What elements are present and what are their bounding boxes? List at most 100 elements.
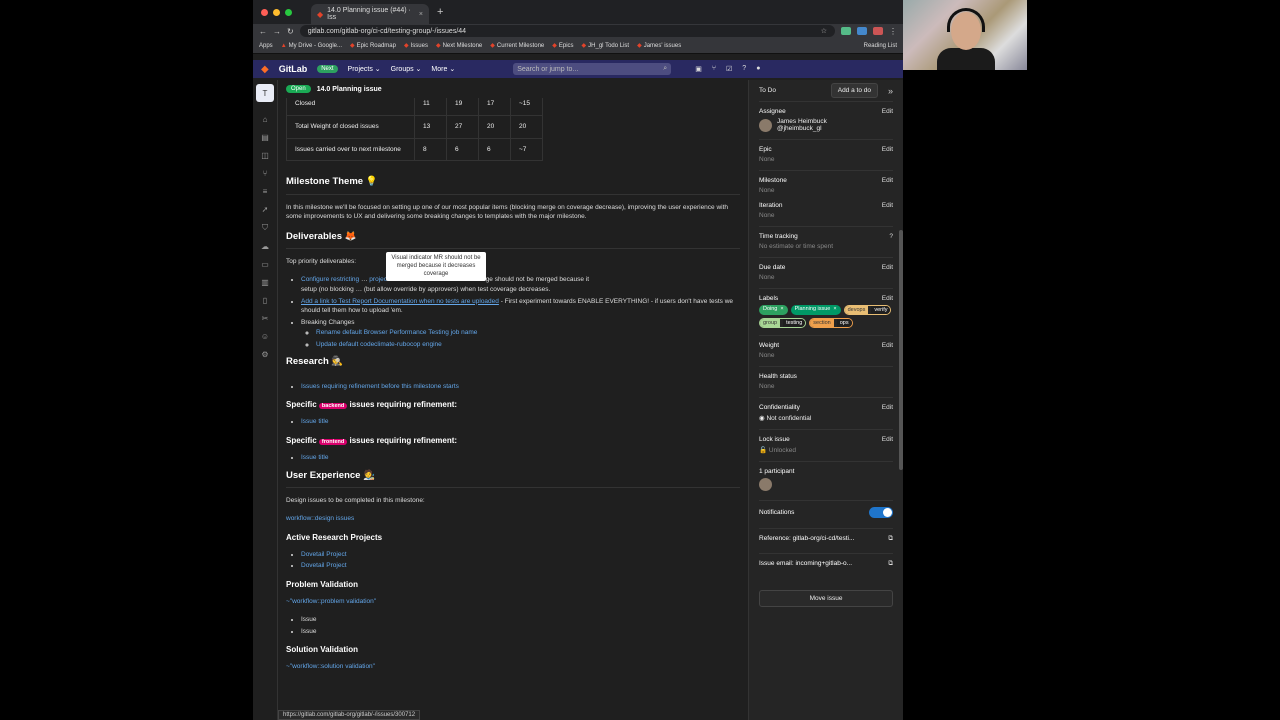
scrollbar[interactable] <box>899 230 903 470</box>
bookmark-epic-roadmap[interactable]: ◆ Epic Roadmap <box>350 42 396 49</box>
remove-label-icon[interactable]: × <box>780 306 783 314</box>
edit-labels-button[interactable]: Edit <box>882 295 893 302</box>
backend-heading: Specific backend issues requiring refine… <box>286 399 740 411</box>
dovetail-link[interactable]: Dovetail Project <box>301 562 347 569</box>
label-devops[interactable]: devops verify <box>843 305 892 315</box>
backend-label[interactable]: backend <box>318 403 348 410</box>
home-icon[interactable]: ⌂ <box>263 115 268 124</box>
dovetail-link[interactable]: Dovetail Project <box>301 551 347 558</box>
edit-assignee-button[interactable]: Edit <box>882 108 893 115</box>
deployments-icon[interactable]: ➚ <box>262 205 269 214</box>
bookmark-james-issues[interactable]: ◆ James' issues <box>637 42 681 49</box>
bookmark-apps[interactable]: Apps <box>259 43 273 49</box>
edit-confidentiality-button[interactable]: Edit <box>882 404 893 411</box>
label-text: Planning issue <box>794 306 831 312</box>
breaking-link[interactable]: Rename default Browser Performance Testi… <box>316 329 477 336</box>
copy-icon[interactable]: ⧉ <box>888 560 893 568</box>
user-avatar[interactable]: ● <box>756 65 760 73</box>
bookmark-current-milestone[interactable]: ◆ Current Milestone <box>490 42 544 49</box>
list-item: Issue <box>301 627 740 637</box>
issue-link[interactable]: Issue title <box>301 418 328 425</box>
frontend-list: Issue title <box>286 453 740 463</box>
extension-icon[interactable] <box>857 27 867 35</box>
label-group[interactable]: group testing <box>759 318 807 328</box>
edit-weight-button[interactable]: Edit <box>882 342 893 349</box>
forward-icon[interactable]: → <box>273 27 281 36</box>
packages-icon[interactable]: ▭ <box>261 260 269 269</box>
project-avatar[interactable]: T <box>256 84 274 102</box>
issue-link[interactable]: Issue title <box>301 454 328 461</box>
help-icon[interactable]: ? <box>889 233 893 240</box>
sv-link[interactable]: ~"workflow::solution validation" <box>286 663 375 670</box>
bookmark-drive[interactable]: ▲ My Drive - Google... <box>281 43 342 49</box>
table-cell: 20 <box>478 114 511 139</box>
browser-tab[interactable]: ◆ 14.0 Planning issue (#44) · Iss × <box>311 4 429 24</box>
minimize-window-button[interactable] <box>273 8 280 16</box>
label-section[interactable]: section ops <box>809 318 853 328</box>
assignee[interactable]: James Heimbuck @jheimbuck_gl <box>759 118 893 132</box>
snippets-icon[interactable]: ✂ <box>262 314 269 323</box>
maximize-window-button[interactable] <box>285 8 292 16</box>
edit-iteration-button[interactable]: Edit <box>882 202 893 209</box>
analytics-icon[interactable]: ▥ <box>261 278 269 287</box>
merge-requests-icon[interactable]: ⑂ <box>712 65 716 73</box>
menu-dots-icon[interactable]: ⋮ <box>889 27 897 36</box>
search-input[interactable]: Search or jump to... ⌕ <box>513 63 672 75</box>
breaking-link[interactable]: Update default codeclimate-rubocop engin… <box>316 341 442 348</box>
groups-menu[interactable]: Groups ⌄ <box>391 65 422 73</box>
projects-menu[interactable]: Projects ⌄ <box>348 65 381 73</box>
add-todo-button[interactable]: Add a to do <box>830 83 878 98</box>
extension-icon[interactable] <box>841 27 851 35</box>
design-issues-link[interactable]: workflow::design issues <box>286 515 354 522</box>
confidentiality-heading: Confidentiality <box>759 404 800 411</box>
bookmark-star-icon[interactable]: ☆ <box>821 27 827 35</box>
merge-requests-icon[interactable]: ⑂ <box>263 169 268 178</box>
notifications-toggle[interactable] <box>869 507 893 518</box>
monitor-icon[interactable]: ☁ <box>261 242 269 251</box>
edit-lock-button[interactable]: Edit <box>882 436 893 443</box>
more-menu[interactable]: More ⌄ <box>431 65 455 73</box>
ci-cd-icon[interactable]: ≡ <box>263 187 268 196</box>
copy-icon[interactable]: ⧉ <box>888 535 893 543</box>
move-issue-button[interactable]: Move issue <box>759 590 893 607</box>
security-shield-icon[interactable]: ⛉ <box>262 223 268 233</box>
bookmark-next-milestone[interactable]: ◆ Next Milestone <box>436 42 482 49</box>
edit-epic-button[interactable]: Edit <box>882 146 893 153</box>
collapse-sidebar-icon[interactable]: » <box>888 86 893 96</box>
close-tab-icon[interactable]: × <box>419 11 423 18</box>
gitlab-brand[interactable]: GitLab <box>279 64 308 74</box>
frontend-label[interactable]: frontend <box>318 439 348 445</box>
issues-icon[interactable]: ▣ <box>695 65 702 73</box>
settings-gear-icon[interactable]: ⚙ <box>261 350 268 359</box>
bookmark-todo[interactable]: ◆ JH_gl Todo List <box>582 42 630 49</box>
members-icon[interactable]: ☺ <box>261 332 269 341</box>
research-link[interactable]: Issues requiring refinement before this … <box>301 383 459 390</box>
help-icon[interactable]: ? <box>742 65 746 73</box>
deliverable-link[interactable]: Configure restricting <box>301 276 359 283</box>
bookmark-issues[interactable]: ◆ Issues <box>404 42 428 49</box>
label-planning[interactable]: Planning issue × <box>790 305 841 315</box>
issues-icon[interactable]: ◫ <box>261 151 269 160</box>
avatar[interactable] <box>759 478 772 491</box>
repository-icon[interactable]: ▤ <box>261 133 269 142</box>
wiki-icon[interactable]: ▯ <box>263 296 267 305</box>
extension-icon[interactable] <box>873 27 883 35</box>
todos-icon[interactable]: ☑ <box>726 65 732 73</box>
remove-label-icon[interactable]: × <box>833 306 836 314</box>
reading-list-button[interactable]: Reading List <box>864 43 897 49</box>
reload-icon[interactable]: ↻ <box>287 27 294 36</box>
label-doing[interactable]: Doing × <box>759 305 788 315</box>
gitlab-icon: ◆ <box>637 43 642 49</box>
notifications-block: Notifications <box>759 501 893 529</box>
new-tab-button[interactable]: + <box>437 6 443 18</box>
url-field[interactable]: gitlab.com/gitlab-org/ci-cd/testing-grou… <box>299 25 835 37</box>
pv-link[interactable]: ~"workflow::problem validation" <box>286 598 376 605</box>
edit-milestone-button[interactable]: Edit <box>882 177 893 184</box>
close-window-button[interactable] <box>261 8 268 16</box>
test-report-link[interactable]: Add a link to Test Report Documentation … <box>301 298 499 305</box>
edit-due-date-button[interactable]: Edit <box>882 264 893 271</box>
gitlab-logo-icon[interactable]: ◆ <box>261 64 269 75</box>
bookmark-epics[interactable]: ◆ Epics <box>552 42 573 49</box>
email-block: Issue email: incoming+gitlab-o... ⧉ <box>759 554 893 578</box>
back-icon[interactable]: ← <box>259 27 267 36</box>
